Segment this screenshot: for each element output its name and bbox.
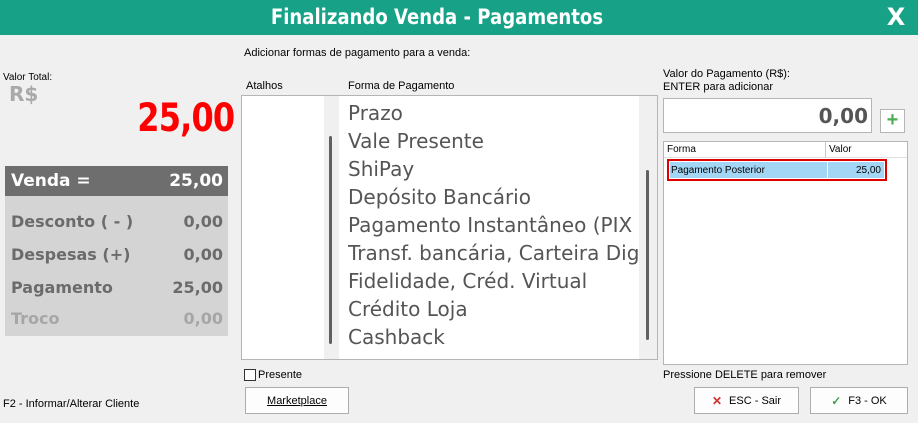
atalhos-column[interactable] <box>242 96 324 359</box>
marketplace-button[interactable]: Marketplace <box>245 387 349 414</box>
column-divider <box>825 142 826 158</box>
row-valor: 25,00 <box>855 165 881 176</box>
esc-label: ESC - Sair <box>729 394 782 407</box>
venda-row: Venda = 25,00 <box>5 166 228 196</box>
list-item[interactable]: Crédito Loja <box>348 295 638 323</box>
list-item[interactable]: Vale Presente <box>348 127 638 155</box>
pagamento-label: Pagamento <box>11 278 113 297</box>
venda-label: Venda = <box>11 171 91 191</box>
check-icon: ✓ <box>831 393 842 408</box>
presente-label: Presente <box>258 369 303 381</box>
grid-header: Forma Valor <box>664 142 907 158</box>
desconto-value: 0,00 <box>183 212 223 231</box>
scrollbar-thumb[interactable] <box>646 170 649 340</box>
ok-label: F3 - OK <box>848 394 887 407</box>
forma-scrollbar[interactable] <box>639 96 657 359</box>
list-item[interactable]: Pagamento Instantâneo (PIX <box>348 211 638 239</box>
row-forma: Pagamento Posterior <box>671 165 765 176</box>
f3-ok-button[interactable]: ✓ F3 - OK <box>810 387 908 414</box>
pagamento-value: 25,00 <box>172 278 223 297</box>
scrollbar-thumb[interactable] <box>329 136 332 344</box>
troco-value: 0,00 <box>183 309 223 328</box>
add-payment-button[interactable]: + <box>880 109 905 133</box>
plus-icon: + <box>886 109 899 131</box>
troco-label: Troco <box>11 309 60 328</box>
checkbox-box[interactable] <box>244 369 256 381</box>
valor-pagamento-input[interactable]: 0,00 <box>663 98 872 133</box>
despesas-row: Despesas (+) 0,00 <box>5 241 228 269</box>
list-item[interactable]: ShiPay <box>348 155 638 183</box>
atalhos-header: Atalhos <box>246 80 283 92</box>
pagamento-row: Pagamento 25,00 <box>5 274 228 302</box>
esc-sair-button[interactable]: ✕ ESC - Sair <box>694 387 799 414</box>
title-bar: Finalizando Venda - Pagamentos X <box>0 0 918 35</box>
payment-methods-list[interactable]: Prazo Vale Presente ShiPay Depósito Banc… <box>241 95 658 360</box>
selected-row[interactable]: Pagamento Posterior 25,00 <box>670 162 884 178</box>
delete-hint: Pressione DELETE para remover <box>663 369 827 381</box>
close-icon: ✕ <box>711 393 723 408</box>
list-item[interactable]: Fidelidade, Créd. Virtual <box>348 267 638 295</box>
close-button[interactable]: X <box>874 0 918 35</box>
troco-row: Troco 0,00 <box>5 305 228 333</box>
grid-header-forma: Forma <box>667 144 696 155</box>
atalhos-scrollbar[interactable] <box>324 96 339 359</box>
venda-value: 25,00 <box>169 171 223 191</box>
list-item[interactable]: Prazo <box>348 99 638 127</box>
totals-panel: Valor Total: R$ 25,00 Venda = 25,00 Desc… <box>0 35 236 423</box>
currency-symbol: R$ <box>9 82 39 106</box>
payment-items: Prazo Vale Presente ShiPay Depósito Banc… <box>348 99 638 357</box>
column-divider <box>827 162 828 178</box>
total-value: 25,00 <box>136 96 235 141</box>
marketplace-label: Marketplace <box>267 394 327 407</box>
list-item[interactable]: Transf. bancária, Carteira Dig <box>348 239 638 267</box>
presente-checkbox[interactable]: Presente <box>244 369 302 381</box>
instruction-label: Adicionar formas de pagamento para a ven… <box>244 47 471 59</box>
despesas-label: Despesas (+) <box>11 245 131 264</box>
table-row[interactable]: Pagamento Posterior 25,00 <box>667 159 887 181</box>
enter-hint: ENTER para adicionar <box>663 81 774 93</box>
summary-box: Desconto ( - ) 0,00 Despesas (+) 0,00 Pa… <box>5 196 228 336</box>
window-title: Finalizando Venda - Pagamentos <box>270 5 604 29</box>
desconto-row: Desconto ( - ) 0,00 <box>5 208 228 236</box>
valor-pagamento-label: Valor do Pagamento (R$): <box>663 68 790 80</box>
forma-header: Forma de Pagamento <box>348 80 455 92</box>
list-item[interactable]: Cashback <box>348 323 638 351</box>
despesas-value: 0,00 <box>183 245 223 264</box>
f2-hint: F2 - Informar/Alterar Cliente <box>3 398 140 410</box>
desconto-label: Desconto ( - ) <box>11 212 134 231</box>
payments-grid[interactable]: Forma Valor Pagamento Posterior 25,00 <box>663 141 908 365</box>
list-item[interactable]: Depósito Bancário <box>348 183 638 211</box>
grid-header-valor: Valor <box>829 144 852 155</box>
